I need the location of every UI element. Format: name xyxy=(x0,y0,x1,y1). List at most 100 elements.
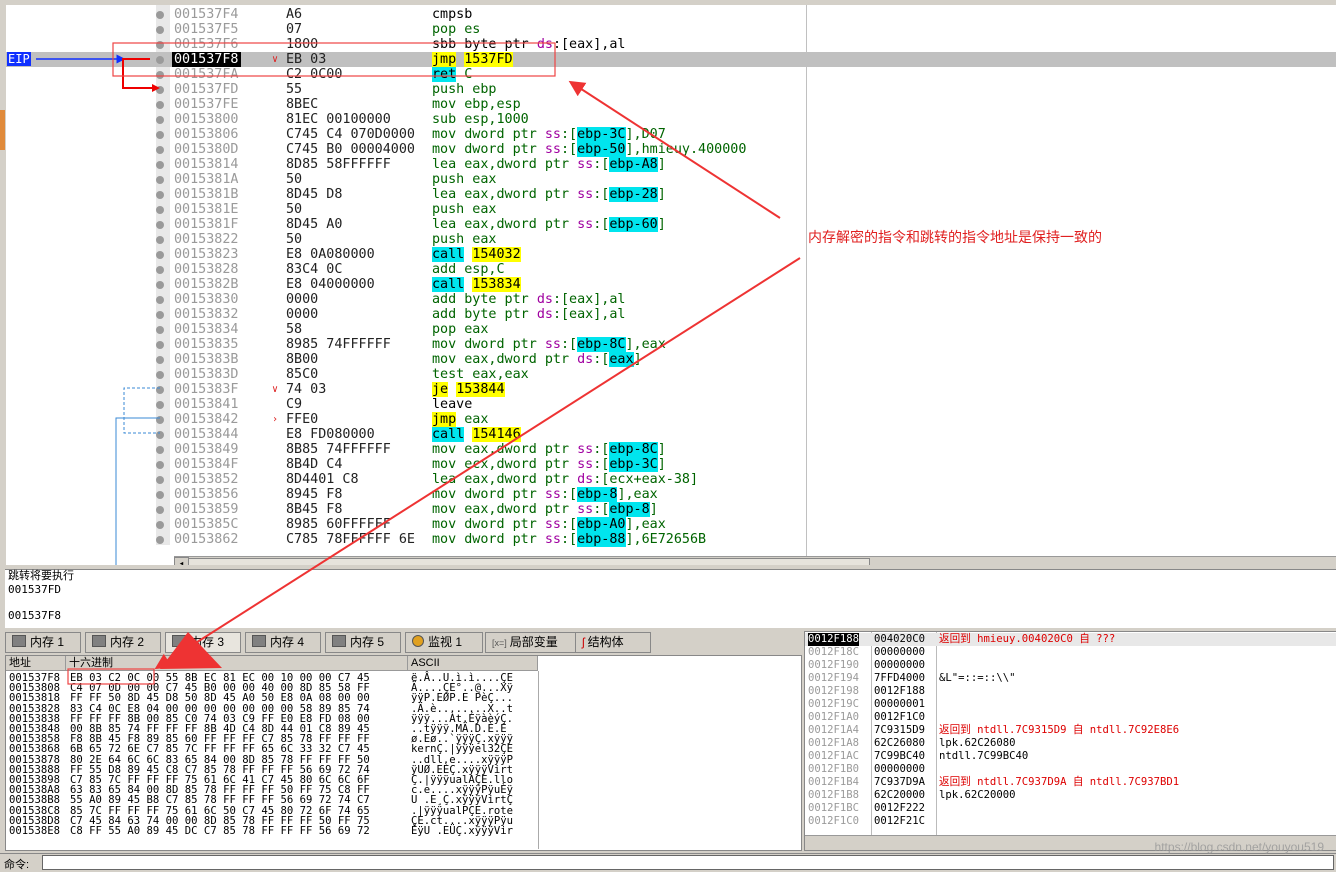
breakpoint-dot-icon[interactable] xyxy=(156,26,164,34)
scroll-left-icon[interactable]: ◂ xyxy=(174,557,189,565)
stack-row[interactable]: 0012F1A4 7C9315D9 返回到 ntdll.7C9315D9 自 ntd… xyxy=(805,724,1336,737)
breakpoint-dot-icon[interactable] xyxy=(156,401,164,409)
tab-struct[interactable]: ʃ 结构体 xyxy=(575,632,651,653)
stack-row[interactable]: 0012F1C0 0012F21C xyxy=(805,815,1336,828)
stack-row[interactable]: 0012F188 004020C0 返回到 hmieuy.004020C0 自 ??… xyxy=(805,633,1336,646)
disasm-row[interactable]: 001537FD 55 push ebp xyxy=(6,82,806,97)
breakpoint-dot-icon[interactable] xyxy=(156,416,164,424)
disasm-row[interactable]: 00153852 8D4401 C8 lea eax,dword ptr ds:[e… xyxy=(6,472,806,487)
disasm-row[interactable]: 0015381F 8D45 A0 lea eax,dword ptr ss:[ebp… xyxy=(6,217,806,232)
breakpoint-dot-icon[interactable] xyxy=(156,101,164,109)
stack-row[interactable]: 0012F1B0 00000000 xyxy=(805,763,1336,776)
disasm-row[interactable]: 00153844 E8 FD080000 call 154146 xyxy=(6,427,806,442)
disassembly-pane[interactable]: 001537F4 A6 cmpsb 001537F5 07 pop es 001537F6 1… xyxy=(6,5,1336,565)
breakpoint-dot-icon[interactable] xyxy=(156,41,164,49)
tab-memory-2[interactable]: 内存 2 xyxy=(85,632,161,653)
dump-scrollbar[interactable] xyxy=(538,671,539,849)
breakpoint-dot-icon[interactable] xyxy=(156,191,164,199)
breakpoint-dot-icon[interactable] xyxy=(156,386,164,394)
disasm-row[interactable]: 00153822 50 push eax xyxy=(6,232,806,247)
stack-row[interactable]: 0012F1AC 7C99BC40 ntdll.7C99BC40 xyxy=(805,750,1336,763)
breakpoint-dot-icon[interactable] xyxy=(156,56,164,64)
breakpoint-dot-icon[interactable] xyxy=(156,86,164,94)
disasm-row[interactable]: 0015381B 8D45 D8 lea eax,dword ptr ss:[ebp… xyxy=(6,187,806,202)
stack-row[interactable]: 0012F1B8 62C20000 lpk.62C20000 xyxy=(805,789,1336,802)
breakpoint-dot-icon[interactable] xyxy=(156,521,164,529)
breakpoint-dot-icon[interactable] xyxy=(156,266,164,274)
breakpoint-dot-icon[interactable] xyxy=(156,446,164,454)
stack-row[interactable]: 0012F1A8 62C26080 lpk.62C26080 xyxy=(805,737,1336,750)
disasm-row[interactable]: 001537F6 1800 sbb byte ptr ds:[eax],al xyxy=(6,37,806,52)
disasm-row[interactable]: 0015382B E8 04000000 call 153834 xyxy=(6,277,806,292)
tab-locals[interactable]: [x=] 局部变量 xyxy=(485,632,577,653)
stack-row[interactable]: 0012F198 0012F188 xyxy=(805,685,1336,698)
disasm-row[interactable]: 00153834 58 pop eax xyxy=(6,322,806,337)
disasm-row[interactable]: 00153814 8D85 58FFFFFF lea eax,dword ptr s… xyxy=(6,157,806,172)
disasm-row[interactable]: 00153859 8B45 F8 mov eax,dword ptr ss:[ebp… xyxy=(6,502,806,517)
command-input[interactable] xyxy=(42,855,1334,870)
disasm-row[interactable]: 0015380D C745 B0 00004000 mov dword ptr ss… xyxy=(6,142,806,157)
disasm-row[interactable]: 00153842 › FFE0 jmp eax xyxy=(6,412,806,427)
disasm-row[interactable]: 0015383B 8B00 mov eax,dword ptr ds:[eax] xyxy=(6,352,806,367)
breakpoint-dot-icon[interactable] xyxy=(156,131,164,139)
disasm-row[interactable]: 001537F4 A6 cmpsb xyxy=(6,7,806,22)
disasm-row[interactable]: 00153806 C745 C4 070D0000 mov dword ptr ss… xyxy=(6,127,806,142)
stack-pane[interactable]: 0012F188 004020C0 返回到 hmieuy.004020C0 自 ??… xyxy=(804,631,1336,851)
disasm-row[interactable]: 00153862 C785 78FFFFFF 6E mov dword ptr ss… xyxy=(6,532,806,547)
disasm-row[interactable]: 00153849 8B85 74FFFFFF mov eax,dword ptr s… xyxy=(6,442,806,457)
disasm-row[interactable]: 00153835 8985 74FFFFFF mov dword ptr ss:[e… xyxy=(6,337,806,352)
breakpoint-dot-icon[interactable] xyxy=(156,356,164,364)
breakpoint-dot-icon[interactable] xyxy=(156,371,164,379)
breakpoint-dot-icon[interactable] xyxy=(156,296,164,304)
stack-row[interactable]: 0012F194 7FFD4000 &L"=::=::\\" xyxy=(805,672,1336,685)
disasm-row[interactable]: 00153828 83C4 0C add esp,C xyxy=(6,262,806,277)
tab-memory-3[interactable]: 内存 3 xyxy=(165,632,241,653)
tab-memory-4[interactable]: 内存 4 xyxy=(245,632,321,653)
disasm-row[interactable]: 00153830 0000 add byte ptr ds:[eax],al xyxy=(6,292,806,307)
breakpoint-dot-icon[interactable] xyxy=(156,341,164,349)
disasm-row[interactable]: 00153823 E8 0A080000 call 154032 xyxy=(6,247,806,262)
dump-header-ascii[interactable]: ASCII xyxy=(408,656,538,671)
breakpoint-dot-icon[interactable] xyxy=(156,311,164,319)
disasm-row[interactable]: 001537FA C2 0C00 ret C xyxy=(6,67,806,82)
tab-memory-1[interactable]: 内存 1 xyxy=(5,632,81,653)
disasm-row[interactable]: 00153800 81EC 00100000 sub esp,1000 xyxy=(6,112,806,127)
breakpoint-dot-icon[interactable] xyxy=(156,11,164,19)
stack-row[interactable]: 0012F1B4 7C937D9A 返回到 ntdll.7C937D9A 自 ntd… xyxy=(805,776,1336,789)
disasm-row[interactable]: 00153856 8945 F8 mov dword ptr ss:[ebp-8],… xyxy=(6,487,806,502)
disasm-row[interactable]: 0015384F 8B4D C4 mov ecx,dword ptr ss:[ebp… xyxy=(6,457,806,472)
breakpoint-dot-icon[interactable] xyxy=(156,431,164,439)
memory-dump-pane[interactable]: 地址 十六进制 ASCII 001537F8 EB 03 C2 0C 00 55 … xyxy=(5,655,802,851)
breakpoint-dot-icon[interactable] xyxy=(156,506,164,514)
breakpoint-dot-icon[interactable] xyxy=(156,281,164,289)
stack-row[interactable]: 0012F190 00000000 xyxy=(805,659,1336,672)
disasm-row[interactable]: 0015381A 50 push eax xyxy=(6,172,806,187)
dump-header-hex[interactable]: 十六进制 xyxy=(66,656,408,671)
breakpoint-dot-icon[interactable] xyxy=(156,221,164,229)
disassembly-hscroll[interactable]: ◂ xyxy=(174,556,1336,565)
disasm-row[interactable]: 0015383D 85C0 test eax,eax xyxy=(6,367,806,382)
breakpoint-dot-icon[interactable] xyxy=(156,206,164,214)
tab-watch-1[interactable]: 监视 1 xyxy=(405,632,483,653)
disasm-row[interactable]: 001537F5 07 pop es xyxy=(6,22,806,37)
breakpoint-dot-icon[interactable] xyxy=(156,251,164,259)
disasm-row[interactable]: 0015383F ∨ 74 03 je 153844 xyxy=(6,382,806,397)
disasm-row[interactable]: 00153841 C9 leave xyxy=(6,397,806,412)
breakpoint-dot-icon[interactable] xyxy=(156,536,164,544)
stack-row[interactable]: 0012F19C 00000001 xyxy=(805,698,1336,711)
breakpoint-dot-icon[interactable] xyxy=(156,476,164,484)
disasm-row[interactable]: 001537FE 8BEC mov ebp,esp xyxy=(6,97,806,112)
tab-memory-5[interactable]: 内存 5 xyxy=(325,632,401,653)
breakpoint-dot-icon[interactable] xyxy=(156,236,164,244)
breakpoint-dot-icon[interactable] xyxy=(156,146,164,154)
disasm-row[interactable]: 0015381E 50 push eax xyxy=(6,202,806,217)
disasm-row[interactable]: 001537F8 ∨ EB 03 jmp 1537FD xyxy=(6,52,1336,67)
stack-row[interactable]: 0012F1A0 0012F1C0 xyxy=(805,711,1336,724)
breakpoint-dot-icon[interactable] xyxy=(156,176,164,184)
breakpoint-dot-icon[interactable] xyxy=(156,461,164,469)
breakpoint-dot-icon[interactable] xyxy=(156,491,164,499)
breakpoint-dot-icon[interactable] xyxy=(156,161,164,169)
stack-row[interactable]: 0012F18C 00000000 xyxy=(805,646,1336,659)
breakpoint-dot-icon[interactable] xyxy=(156,326,164,334)
disasm-row[interactable]: 0015385C 8985 60FFFFFF mov dword ptr ss:[e… xyxy=(6,517,806,532)
